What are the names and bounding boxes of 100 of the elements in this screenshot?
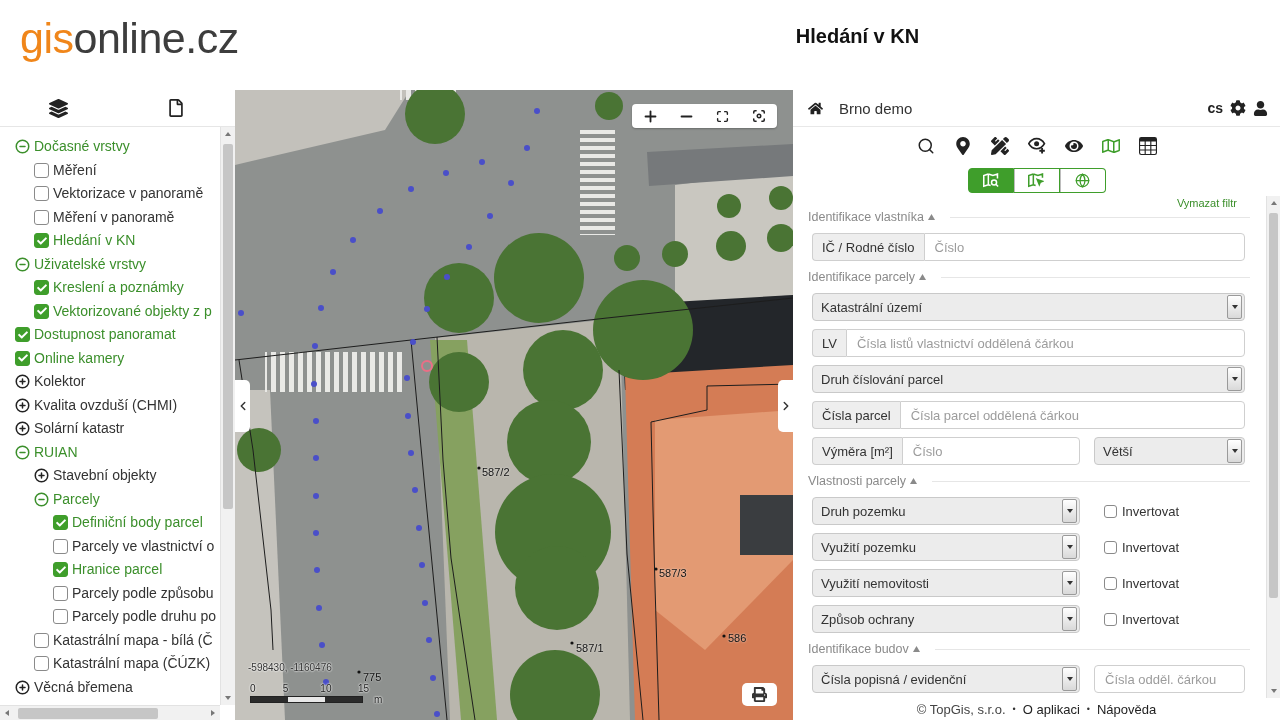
checkbox[interactable] bbox=[34, 632, 49, 648]
table-icon[interactable] bbox=[1138, 137, 1157, 155]
footer-link[interactable]: Nápověda bbox=[1096, 701, 1157, 717]
collapse-circle-icon[interactable] bbox=[15, 139, 30, 155]
layer-label[interactable]: Parcely podle druhu po bbox=[72, 608, 216, 626]
map-pin-icon[interactable] bbox=[953, 137, 972, 155]
expand-circle-icon[interactable] bbox=[15, 397, 30, 413]
collapse-caret-icon[interactable] bbox=[909, 478, 917, 484]
eye-icon[interactable] bbox=[1064, 137, 1083, 155]
checkbox[interactable] bbox=[34, 280, 49, 296]
dropdown-select[interactable]: Čísla popisná / evidenční bbox=[812, 665, 1080, 693]
checkbox[interactable] bbox=[53, 562, 68, 578]
expand-circle-icon[interactable] bbox=[34, 468, 49, 484]
section-title[interactable]: Identifikace parcely bbox=[808, 270, 915, 284]
vertical-scrollbar[interactable] bbox=[1266, 196, 1280, 698]
text-input[interactable]: Číslo bbox=[923, 233, 1245, 261]
layer-group-label[interactable]: Solární katastr bbox=[34, 420, 125, 438]
layer-group-label[interactable]: RUIAN bbox=[34, 443, 78, 461]
layer-group-label[interactable]: Dočasné vrstvy bbox=[34, 138, 130, 156]
checkbox[interactable] bbox=[34, 209, 49, 225]
checkbox[interactable] bbox=[15, 327, 30, 343]
home-icon[interactable] bbox=[808, 100, 823, 116]
text-input[interactable]: Číslo bbox=[901, 437, 1080, 465]
layer-label[interactable]: Měření v panoramě bbox=[53, 208, 175, 226]
invert-checkbox-label[interactable]: Invertovat bbox=[1104, 575, 1180, 591]
focus-icon[interactable] bbox=[751, 109, 766, 123]
checkbox[interactable] bbox=[1104, 612, 1117, 626]
document-icon[interactable] bbox=[167, 99, 186, 117]
dropdown-select[interactable]: Katastrální území bbox=[812, 293, 1245, 321]
layer-label[interactable]: Měření bbox=[53, 161, 97, 179]
layer-group-label[interactable]: Věcná břemena bbox=[34, 678, 133, 696]
print-button[interactable] bbox=[742, 683, 777, 706]
collapse-circle-icon[interactable] bbox=[34, 491, 49, 507]
invert-checkbox-label[interactable]: Invertovat bbox=[1104, 503, 1180, 519]
text-input[interactable]: Čísla parcel oddělená čárkou bbox=[899, 401, 1245, 429]
map-icon[interactable] bbox=[1101, 137, 1120, 155]
layer-label[interactable]: Katastrální mapa - bílá (Č bbox=[53, 631, 213, 649]
dropdown-select[interactable]: Využití nemovitosti bbox=[812, 569, 1080, 597]
mode-tab[interactable] bbox=[1059, 168, 1106, 193]
panel-toggle-button[interactable] bbox=[778, 380, 793, 432]
layers-icon[interactable] bbox=[49, 98, 69, 118]
settings-icon[interactable] bbox=[1230, 100, 1246, 116]
checkbox[interactable] bbox=[34, 303, 49, 319]
fullscreen-icon[interactable] bbox=[716, 109, 730, 123]
mode-tab[interactable] bbox=[967, 168, 1014, 193]
checkbox[interactable] bbox=[53, 609, 68, 625]
dropdown-select[interactable]: Druh pozemku bbox=[812, 497, 1080, 525]
checkbox[interactable] bbox=[34, 656, 49, 672]
dropdown-select[interactable]: Druh číslování parcel bbox=[812, 365, 1245, 393]
layer-group-label[interactable]: Parcely bbox=[53, 490, 100, 508]
collapse-circle-icon[interactable] bbox=[15, 256, 30, 272]
checkbox[interactable] bbox=[53, 515, 68, 531]
checkbox[interactable] bbox=[15, 350, 30, 366]
layer-group-label[interactable]: Kvalita ovzduší (CHMI) bbox=[34, 396, 178, 414]
checkbox[interactable] bbox=[34, 233, 49, 249]
text-input[interactable]: Čísla odděl. čárkou bbox=[1094, 665, 1245, 693]
layer-label[interactable]: Online kamery bbox=[34, 349, 125, 367]
dropdown-select[interactable]: Využití pozemku bbox=[812, 533, 1080, 561]
collapse-caret-icon[interactable] bbox=[919, 274, 926, 280]
checkbox[interactable] bbox=[1104, 504, 1117, 518]
clear-filter-link[interactable]: Vymazat filtr bbox=[1176, 197, 1237, 209]
expand-circle-icon[interactable] bbox=[15, 679, 30, 695]
layer-group-label[interactable]: Stavební objekty bbox=[53, 467, 157, 485]
horizontal-scrollbar[interactable] bbox=[0, 705, 220, 720]
checkbox[interactable] bbox=[1104, 576, 1117, 590]
invert-checkbox-label[interactable]: Invertovat bbox=[1104, 539, 1180, 555]
collapse-caret-icon[interactable] bbox=[928, 214, 936, 220]
expand-circle-icon[interactable] bbox=[15, 421, 30, 437]
language-button[interactable]: cs bbox=[1207, 100, 1223, 116]
dropdown-select[interactable]: Větší bbox=[1094, 437, 1245, 465]
layer-label[interactable]: Definiční body parcel bbox=[72, 514, 203, 532]
section-title[interactable]: Vlastnosti parcely bbox=[808, 474, 906, 488]
search-icon[interactable] bbox=[916, 137, 935, 155]
checkbox[interactable] bbox=[34, 162, 49, 178]
expand-circle-icon[interactable] bbox=[15, 374, 30, 390]
section-title[interactable]: Identifikace vlastníka bbox=[808, 210, 925, 224]
checkbox[interactable] bbox=[34, 186, 49, 202]
layer-label[interactable]: Hranice parcel bbox=[72, 561, 163, 579]
user-icon[interactable] bbox=[1253, 100, 1268, 116]
mode-tab[interactable] bbox=[1013, 168, 1060, 193]
dropdown-select[interactable]: Způsob ochrany bbox=[812, 605, 1080, 633]
panel-toggle-button[interactable] bbox=[235, 380, 250, 432]
checkbox[interactable] bbox=[1104, 540, 1117, 554]
section-title[interactable]: Identifikace budov bbox=[808, 642, 909, 656]
collapse-circle-icon[interactable] bbox=[15, 444, 30, 460]
layer-label[interactable]: Parcely ve vlastnictví o bbox=[72, 537, 215, 555]
layer-label[interactable]: Katastrální mapa (ČÚZK) bbox=[53, 655, 211, 673]
layer-label[interactable]: Vektorizace v panoramě bbox=[53, 185, 204, 203]
text-input[interactable]: Čísla listů vlastnictví oddělená čárkou bbox=[845, 329, 1245, 357]
layer-group-label[interactable]: Kolektor bbox=[34, 373, 86, 391]
checkbox[interactable] bbox=[53, 538, 68, 554]
layer-label[interactable]: Dostupnost panoramat bbox=[34, 326, 176, 344]
footer-link[interactable]: O aplikaci bbox=[1022, 701, 1080, 717]
eye-plus-icon[interactable] bbox=[1027, 137, 1046, 155]
layer-label[interactable]: Kreslení a poznámky bbox=[53, 279, 184, 297]
layer-label[interactable]: Parcely podle způsobu bbox=[72, 584, 214, 602]
pencil-ruler-icon[interactable] bbox=[990, 137, 1009, 155]
vertical-scrollbar[interactable] bbox=[220, 127, 235, 705]
invert-checkbox-label[interactable]: Invertovat bbox=[1104, 611, 1180, 627]
layer-label[interactable]: Vektorizované objekty z p bbox=[53, 302, 212, 320]
